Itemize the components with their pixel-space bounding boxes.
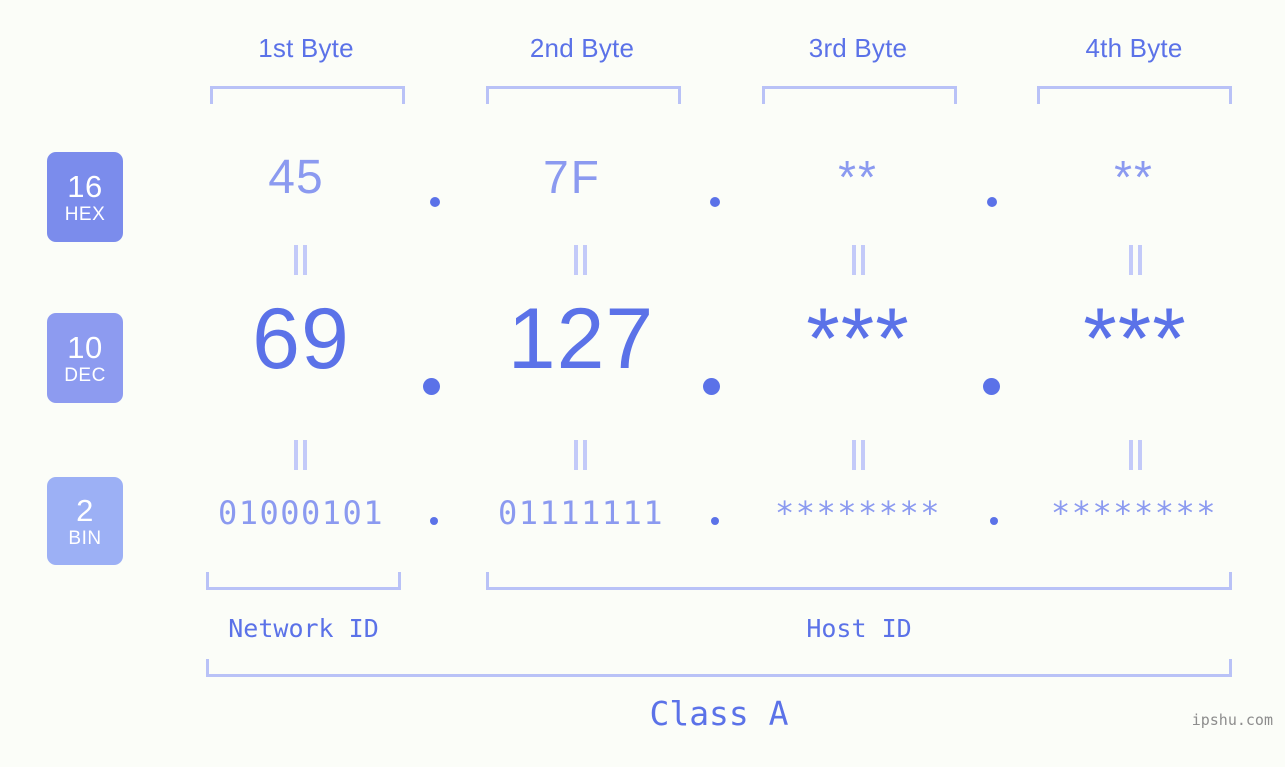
equals-mark-dec-bin-3 <box>851 440 867 470</box>
bin-separator-dot-3 <box>990 517 998 525</box>
dec-separator-dot-3 <box>983 378 1000 395</box>
radix-badge-dec: 10 DEC <box>47 313 123 403</box>
bracket-network-id <box>206 572 401 590</box>
bin-separator-dot-1 <box>430 517 438 525</box>
hex-byte-3: ** <box>838 151 878 203</box>
dec-byte-2: 127 <box>507 291 655 387</box>
bin-separator-dot-2 <box>711 517 719 525</box>
hex-byte-4: ** <box>1114 151 1154 203</box>
radix-badge-bin-number: 2 <box>76 492 94 528</box>
column-header-2nd-byte: 2nd Byte <box>529 33 635 63</box>
column-header-3rd-byte: 3rd Byte <box>808 33 908 63</box>
bin-byte-1: 01000101 <box>217 494 385 532</box>
label-class: Class A <box>649 694 789 733</box>
dec-separator-dot-1 <box>423 378 440 395</box>
radix-badge-hex: 16 HEX <box>47 152 123 242</box>
bracket-class <box>206 659 1232 677</box>
hex-separator-dot-2 <box>710 197 720 207</box>
radix-badge-dec-number: 10 <box>67 329 103 365</box>
hex-separator-dot-3 <box>987 197 997 207</box>
hex-byte-1: 45 <box>268 151 324 204</box>
radix-badge-bin: 2 BIN <box>47 477 123 565</box>
radix-badge-hex-number: 16 <box>67 168 103 204</box>
label-host-id: Host ID <box>806 614 912 643</box>
hex-byte-2: 7F <box>543 151 601 203</box>
column-header-4th-byte: 4th Byte <box>1085 33 1183 63</box>
radix-badge-dec-label: DEC <box>64 364 106 386</box>
dec-separator-dot-2 <box>703 378 720 395</box>
bracket-byte-2 <box>486 86 681 104</box>
bin-byte-2: 01111111 <box>497 494 665 532</box>
equals-mark-hex-dec-2 <box>573 245 589 275</box>
radix-badge-bin-label: BIN <box>68 527 102 549</box>
bin-byte-4: ******** <box>1050 494 1218 532</box>
column-header-1st-byte: 1st Byte <box>258 33 354 63</box>
equals-mark-dec-bin-2 <box>573 440 589 470</box>
ip-address-breakdown-diagram: 1st Byte 2nd Byte 3rd Byte 4th Byte 16 H… <box>0 0 1285 767</box>
equals-mark-hex-dec-3 <box>851 245 867 275</box>
equals-mark-hex-dec-1 <box>293 245 309 275</box>
dec-byte-4: *** <box>1083 291 1187 387</box>
dec-byte-1: 69 <box>252 291 350 387</box>
bracket-byte-1 <box>210 86 405 104</box>
watermark: ipshu.com <box>1191 711 1273 729</box>
bin-byte-3: ******** <box>774 494 942 532</box>
label-network-id: Network ID <box>228 614 379 643</box>
bracket-byte-4 <box>1037 86 1232 104</box>
equals-mark-dec-bin-4 <box>1128 440 1144 470</box>
dec-byte-3: *** <box>806 291 910 387</box>
radix-badge-hex-label: HEX <box>64 203 106 225</box>
equals-mark-dec-bin-1 <box>293 440 309 470</box>
bracket-host-id <box>486 572 1232 590</box>
hex-separator-dot-1 <box>430 197 440 207</box>
equals-mark-hex-dec-4 <box>1128 245 1144 275</box>
bracket-byte-3 <box>762 86 957 104</box>
